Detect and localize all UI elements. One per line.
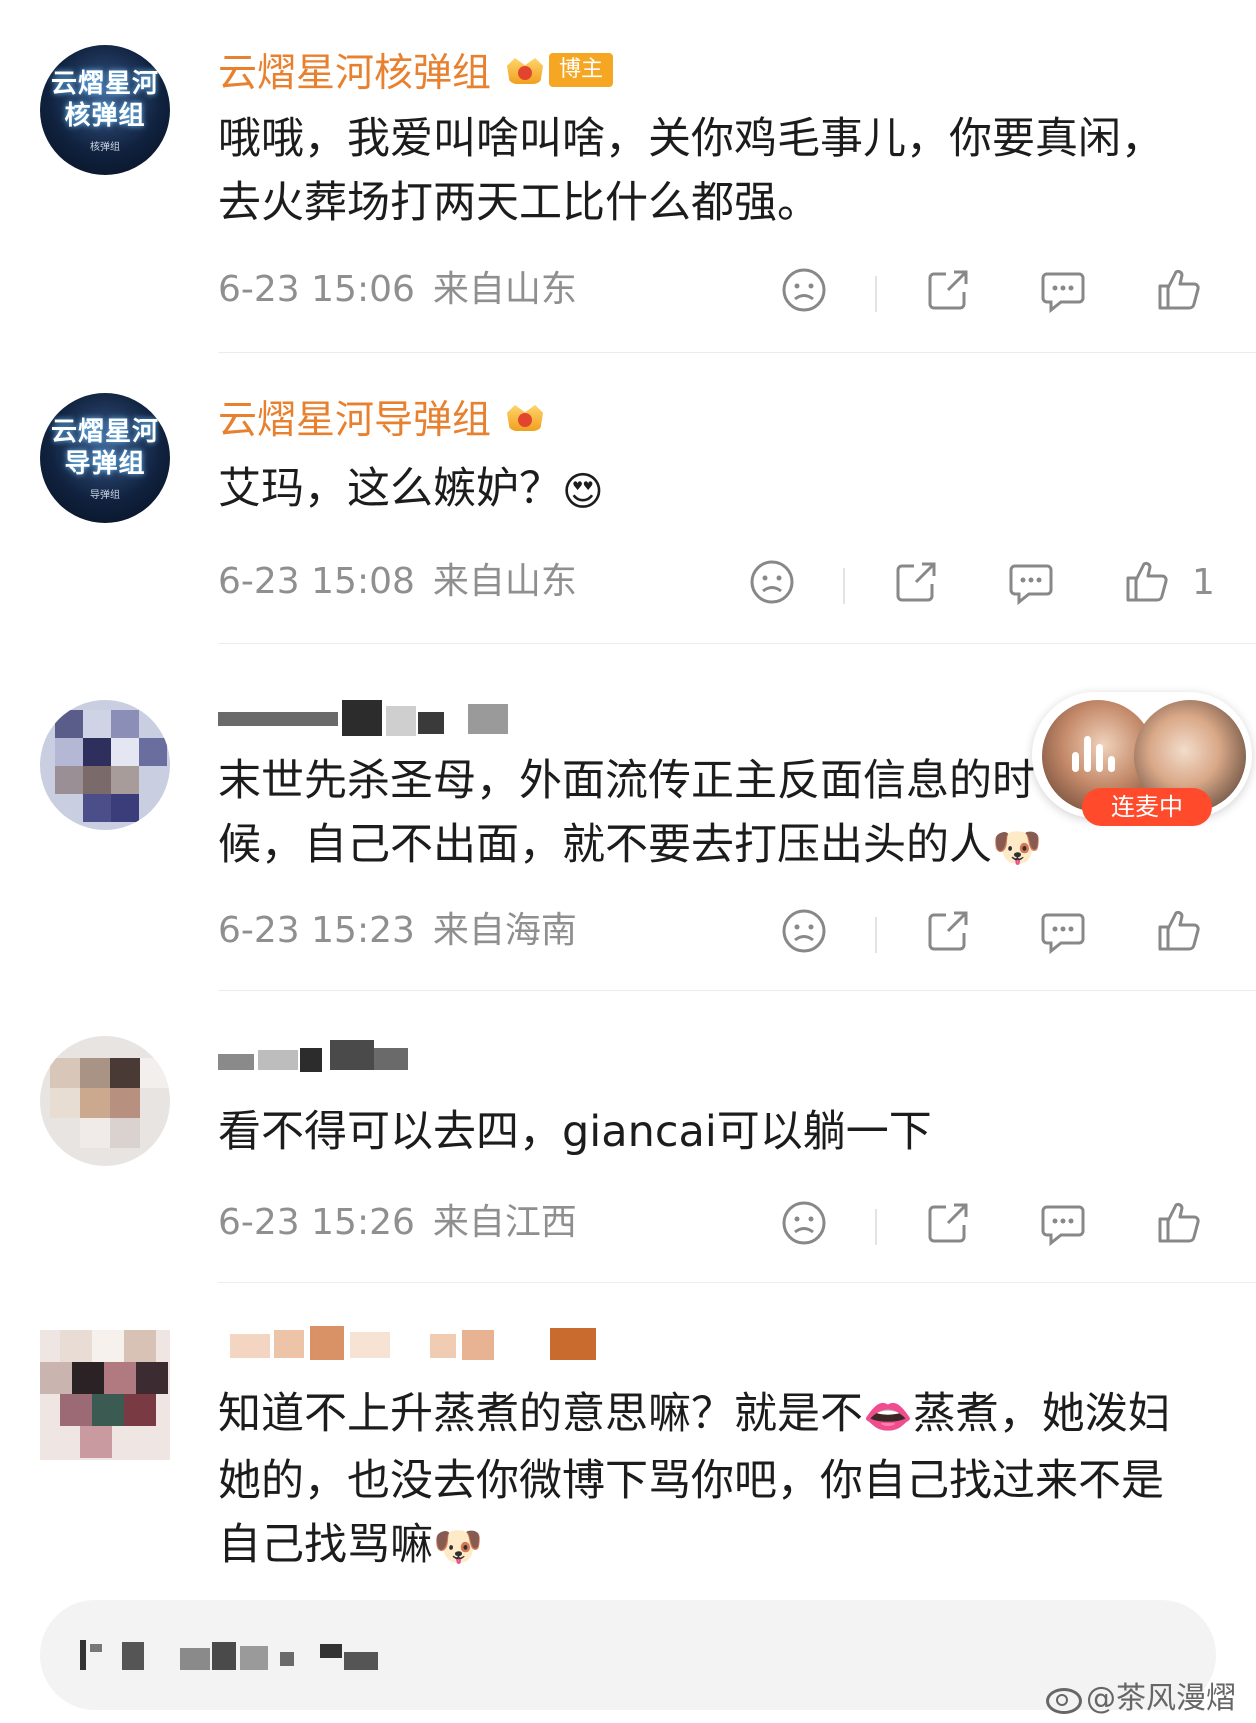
share-icon[interactable] <box>924 907 972 955</box>
separator <box>875 276 877 312</box>
like-icon[interactable] <box>1154 1199 1202 1247</box>
avatar-mosaic <box>40 1036 170 1166</box>
comment-time: 6-23 15:26 <box>218 1202 415 1243</box>
comment-meta: 6-23 15:06 来自山东 <box>218 265 577 315</box>
comment-text: 哦哦，我爱叫啥叫啥，关你鸡毛事儿，你要真闲，去火葬场打两天工比什么都强。 <box>218 114 1164 228</box>
avatar[interactable] <box>40 1036 170 1166</box>
comment-text-body: 末世先杀圣母，外面流传正主反面信息的时候，自己不出面，就不要去打压出头的人 <box>218 756 1035 870</box>
divider <box>218 352 1256 353</box>
like-icon[interactable] <box>1154 266 1202 314</box>
comment-time: 6-23 15:08 <box>218 561 415 602</box>
crown-icon <box>503 399 547 435</box>
doge-emoji: 🐶 <box>992 824 1042 871</box>
dislike-icon[interactable] <box>748 558 796 606</box>
avatar-text-line1: 云熠星河 <box>50 68 159 99</box>
comment-input[interactable] <box>40 1600 1216 1710</box>
avatar-subtext: 核弹组 <box>90 141 120 153</box>
avatar-subtext: 导弹组 <box>90 489 120 501</box>
avatar-text-line2: 核弹组 <box>64 100 146 131</box>
avatar[interactable]: 云熠星河 导弹组 导弹组 <box>40 393 170 523</box>
username-redacted <box>218 1040 418 1080</box>
live-cohost-widget[interactable]: 连麦中 <box>1032 692 1256 826</box>
doge-emoji: 🐶 <box>433 1524 483 1570</box>
author-badge: 博主 <box>549 53 614 87</box>
action-bar <box>780 266 1220 322</box>
username[interactable]: 云熠星河导弹组 <box>218 389 491 445</box>
divider <box>218 990 1256 991</box>
separator <box>875 917 877 953</box>
action-bar <box>780 907 1220 963</box>
divider <box>218 1282 1256 1283</box>
dislike-icon[interactable] <box>780 1199 828 1247</box>
crown-icon <box>503 52 547 88</box>
comment-icon[interactable] <box>1039 266 1087 314</box>
dislike-icon[interactable] <box>780 907 828 955</box>
comment-location: 来自山东 <box>432 269 577 310</box>
comment-text: 末世先杀圣母，外面流传正主反面信息的时候，自己不出面，就不要去打压出头的人🐶 <box>218 749 1118 880</box>
comment-meta: 6-23 15:08 来自山东 <box>218 557 577 607</box>
live-status-tag: 连麦中 <box>1082 788 1212 826</box>
comment-time: 6-23 15:06 <box>218 269 415 310</box>
divider <box>218 643 1256 644</box>
comment-text: 知道不上升蒸煮的意思嘛？就是不👄蒸煮，她泼妇她的，也没去你微博下骂你吧，你自己找… <box>218 1382 1198 1579</box>
separator <box>875 1209 877 1245</box>
input-placeholder-redacted <box>80 1634 440 1678</box>
avatar[interactable] <box>40 700 170 830</box>
dislike-icon[interactable] <box>780 266 828 314</box>
avatar-mosaic <box>40 700 170 830</box>
like-icon[interactable] <box>1122 558 1170 606</box>
lips-emoji: 👄 <box>863 1393 913 1440</box>
avatar[interactable]: 云熠星河 核弹组 核弹组 <box>40 45 170 175</box>
share-icon[interactable] <box>924 266 972 314</box>
comment-text: 看不得可以去四，giancai可以躺一下 <box>218 1107 932 1157</box>
comment-icon[interactable] <box>1039 1199 1087 1247</box>
comment-icon[interactable] <box>1039 907 1087 955</box>
name-row: 云熠星河核弹组 博主 <box>218 42 614 98</box>
share-icon[interactable] <box>892 558 940 606</box>
avatar[interactable] <box>40 1330 170 1460</box>
avatar-text-line1: 云熠星河 <box>50 416 159 447</box>
action-bar <box>780 1199 1220 1255</box>
weibo-logo-icon <box>1044 1680 1082 1714</box>
comment-text: 艾玛，这么嫉妒？😍 <box>218 457 1198 524</box>
comment-meta: 6-23 15:26 来自江西 <box>218 1198 577 1248</box>
name-row: 云熠星河导弹组 <box>218 389 547 445</box>
username-redacted <box>218 700 528 740</box>
comment-text-part1: 知道不上升蒸煮的意思嘛？就是不 <box>218 1389 863 1439</box>
comment-location: 来自海南 <box>432 910 577 951</box>
comment-location: 来自江西 <box>432 1202 577 1243</box>
comment-meta: 6-23 15:23 来自海南 <box>218 906 577 956</box>
like-icon[interactable] <box>1154 907 1202 955</box>
like-count: 1 <box>1192 562 1215 603</box>
separator <box>843 568 845 604</box>
avatar-mosaic <box>40 1330 170 1460</box>
username-redacted <box>230 1326 610 1366</box>
comment-location: 来自山东 <box>432 561 577 602</box>
comment-time: 6-23 15:23 <box>218 910 415 951</box>
avatar-text-line2: 导弹组 <box>64 448 146 479</box>
heart-eyes-emoji: 😍 <box>562 468 604 515</box>
username[interactable]: 云熠星河核弹组 <box>218 42 491 98</box>
watermark-text: @茶风漫熠 <box>1086 1681 1236 1716</box>
share-icon[interactable] <box>924 1199 972 1247</box>
action-bar: 1 <box>748 558 1228 614</box>
comment-text-body: 艾玛，这么嫉妒？ <box>218 464 562 514</box>
audio-wave-icon <box>1072 732 1122 772</box>
watermark: @茶风漫熠 <box>1044 1673 1236 1717</box>
comment-icon[interactable] <box>1007 558 1055 606</box>
